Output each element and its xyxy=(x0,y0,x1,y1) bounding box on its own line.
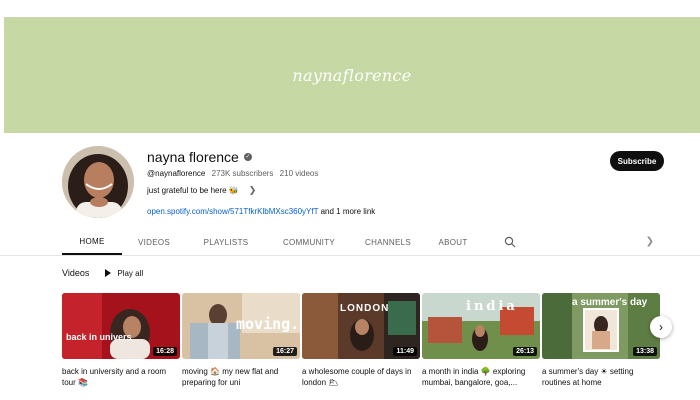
video-title[interactable]: moving 🏠 my new flat and preparing for u… xyxy=(182,366,300,388)
play-icon xyxy=(105,269,112,277)
avatar-image xyxy=(62,146,134,218)
video-duration: 26:13 xyxy=(513,347,537,356)
search-icon[interactable] xyxy=(482,229,538,255)
channel-description[interactable]: just grateful to be here 🐝 ❯ xyxy=(147,185,256,196)
video-thumbnail[interactable]: back in univers 16:28 xyxy=(62,293,180,359)
channel-name: nayna florence ✓ xyxy=(147,149,252,165)
video-card[interactable]: moving. 16:27 moving 🏠 my new flat and p… xyxy=(182,293,300,388)
channel-name-text: nayna florence xyxy=(147,149,239,165)
chevron-right-icon[interactable]: ❯ xyxy=(646,236,654,247)
video-duration: 13:38 xyxy=(633,347,657,356)
videos-section-header: Videos Play all xyxy=(62,268,143,278)
tab-channels[interactable]: CHANNELS xyxy=(352,229,424,255)
video-card[interactable]: india 26:13 a month in india 🌳 exploring… xyxy=(422,293,540,388)
video-card[interactable]: a summer's day 13:38 a summer's day ☀ se… xyxy=(542,293,660,388)
subscriber-count: 273K subscribers xyxy=(211,169,274,178)
video-thumbnail[interactable]: india 26:13 xyxy=(422,293,540,359)
carousel-next-button[interactable]: › xyxy=(650,316,672,338)
video-thumbnail[interactable]: LONDON 11:49 xyxy=(302,293,420,359)
more-links[interactable]: and 1 more link xyxy=(321,207,376,216)
thumbnail-text: india xyxy=(466,299,518,314)
video-thumbnail[interactable]: a summer's day 13:38 xyxy=(542,293,660,359)
thumbnail-text: a summer's day xyxy=(572,297,648,308)
video-duration: 16:28 xyxy=(153,347,177,356)
tab-playlists[interactable]: PLAYLISTS xyxy=(186,229,266,255)
banner-title: naynaflorence xyxy=(292,65,412,85)
play-all-button[interactable]: Play all xyxy=(105,269,143,278)
subscribe-button[interactable]: Subscribe xyxy=(610,151,664,171)
video-card[interactable]: back in univers 16:28 back in university… xyxy=(62,293,180,388)
video-card[interactable]: LONDON 11:49 a wholesome couple of days … xyxy=(302,293,420,388)
video-thumbnail[interactable]: moving. 16:27 xyxy=(182,293,300,359)
channel-handle: @naynaflorence xyxy=(147,169,206,178)
tabs-divider xyxy=(0,255,700,256)
channel-meta: @naynaflorence 273K subscribers 210 vide… xyxy=(147,169,322,178)
video-duration: 16:27 xyxy=(273,347,297,356)
thumbnail-text: LONDON xyxy=(340,303,390,314)
channel-link[interactable]: open.spotify.com/show/571TfkrKlbMXsc360y… xyxy=(147,207,318,216)
search-icon-glyph xyxy=(504,236,516,248)
video-count: 210 videos xyxy=(279,169,319,178)
video-title[interactable]: a summer's day ☀ setting routines at hom… xyxy=(542,366,660,388)
tab-home[interactable]: HOME xyxy=(62,229,122,255)
video-title[interactable]: a month in india 🌳 exploring mumbai, ban… xyxy=(422,366,540,388)
tab-videos[interactable]: VIDEOS xyxy=(122,229,186,255)
play-all-label: Play all xyxy=(117,268,144,278)
video-title[interactable]: back in university and a room tour 📚 xyxy=(62,366,180,388)
chevron-right-icon: › xyxy=(659,320,663,334)
description-text: just grateful to be here 🐝 xyxy=(147,186,239,195)
tab-about[interactable]: ABOUT xyxy=(424,229,482,255)
channel-tabs: HOME VIDEOS PLAYLISTS COMMUNITY CHANNELS… xyxy=(62,229,662,255)
section-title: Videos xyxy=(62,268,90,278)
video-duration: 11:49 xyxy=(393,347,417,356)
channel-links: open.spotify.com/show/571TfkrKlbMXsc360y… xyxy=(147,207,375,216)
chevron-right-icon[interactable]: ❯ xyxy=(249,185,257,196)
thumbnail-text: moving. xyxy=(236,315,300,333)
verified-check-icon: ✓ xyxy=(243,153,252,161)
channel-avatar[interactable] xyxy=(62,146,134,218)
video-title[interactable]: a wholesome couple of days in london 🌥 xyxy=(302,366,420,388)
channel-banner: naynaflorence xyxy=(4,17,700,133)
thumbnail-text: back in univers xyxy=(66,332,132,342)
tab-community[interactable]: COMMUNITY xyxy=(266,229,352,255)
